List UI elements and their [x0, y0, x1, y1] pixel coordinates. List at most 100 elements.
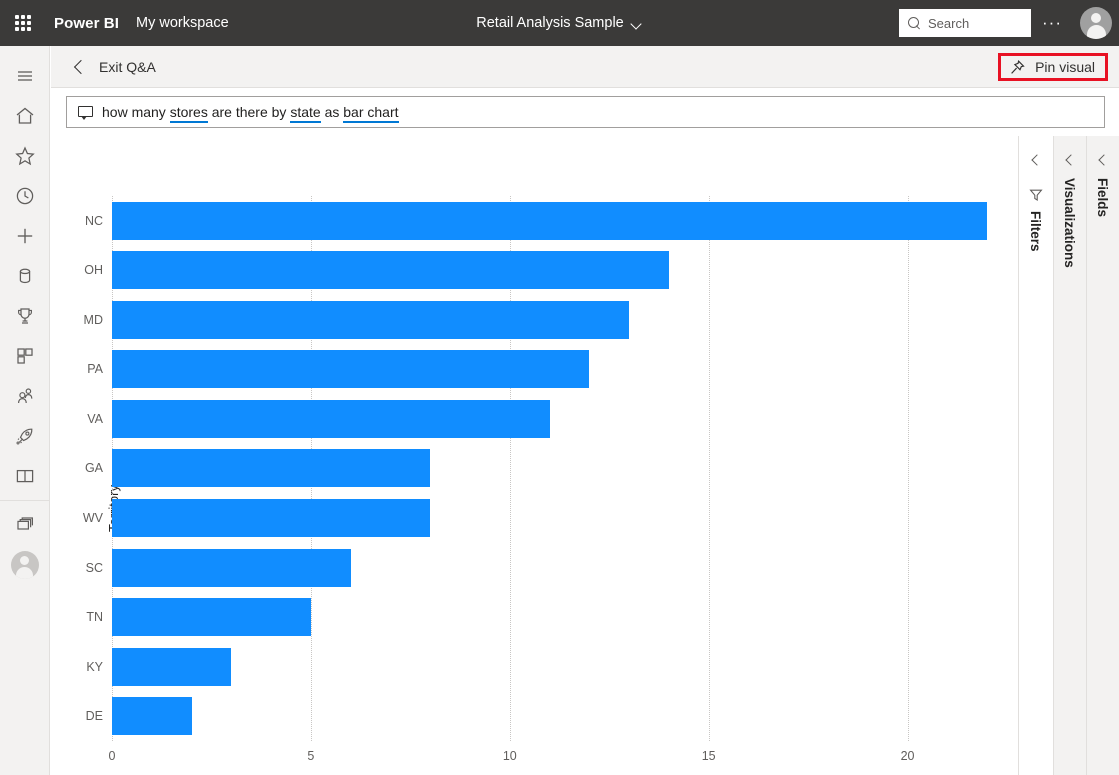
database-icon: [14, 265, 36, 287]
qna-question-input[interactable]: how many stores are there by state as ba…: [66, 96, 1105, 128]
sidebar-item-deployment-pipelines[interactable]: [0, 416, 50, 456]
sidebar-item-learn[interactable]: [0, 456, 50, 496]
more-options-button[interactable]: ···: [1031, 0, 1073, 46]
chart-category-label: NC: [85, 214, 103, 228]
waffle-menu-button[interactable]: [0, 0, 46, 46]
sidebar-item-workspaces[interactable]: [0, 505, 50, 545]
chart-category-label: GA: [85, 461, 103, 475]
chart-bar[interactable]: [112, 301, 629, 339]
chart-bar[interactable]: [112, 598, 311, 636]
filters-pane-collapsed[interactable]: Filters: [1018, 136, 1053, 775]
sidebar-item-hamburger-menu[interactable]: [0, 56, 50, 96]
chevron-down-icon: [632, 20, 643, 27]
my-workspace-avatar-icon: [11, 551, 39, 579]
visualizations-pane-collapsed[interactable]: Visualizations: [1053, 136, 1086, 775]
chart-plot-area: NCOHMDPAVAGAWVSCTNKYDE: [112, 196, 1007, 741]
chart-bar[interactable]: [112, 549, 351, 587]
exit-qna-label: Exit Q&A: [99, 59, 156, 75]
chart-bar-row[interactable]: SC: [112, 543, 1007, 593]
sidebar-item-create[interactable]: [0, 216, 50, 256]
qna-term-plain: how many: [102, 104, 170, 120]
chart-x-tick-label: 10: [503, 749, 517, 763]
clock-icon: [14, 185, 36, 207]
chart-bar-row[interactable]: OH: [112, 246, 1007, 296]
app-header: Power BI My workspace Retail Analysis Sa…: [0, 0, 1119, 46]
rocket-icon: [14, 425, 36, 447]
qna-term-highlight: stores: [170, 104, 208, 123]
chart-category-label: PA: [87, 362, 103, 376]
sidebar-item-recent[interactable]: [0, 176, 50, 216]
sidebar-item-favorites[interactable]: [0, 136, 50, 176]
account-button[interactable]: [1073, 0, 1119, 46]
account-avatar-icon: [1080, 7, 1112, 39]
filters-expand-chevron-icon[interactable]: [1031, 155, 1041, 165]
pin-visual-label: Pin visual: [1035, 59, 1095, 75]
home-icon: [14, 105, 36, 127]
report-title-dropdown[interactable]: Retail Analysis Sample: [476, 15, 643, 31]
star-icon: [14, 145, 36, 167]
fields-pane-label: Fields: [1095, 178, 1110, 217]
chart-bar-row[interactable]: DE: [112, 691, 1007, 741]
sidebar-item-home[interactable]: [0, 96, 50, 136]
qna-term-highlight: state: [290, 104, 320, 123]
filter-funnel-icon: [1029, 188, 1043, 202]
chart-bar[interactable]: [112, 400, 550, 438]
trophy-icon: [14, 305, 36, 327]
waffle-grid-icon: [15, 15, 31, 31]
search-input[interactable]: Search: [899, 9, 1031, 37]
chart-bar-row[interactable]: WV: [112, 493, 1007, 543]
chart-bar-row[interactable]: GA: [112, 444, 1007, 494]
chart-bar-row[interactable]: VA: [112, 394, 1007, 444]
sidebar-item-goals[interactable]: [0, 296, 50, 336]
visualizations-pane-label: Visualizations: [1062, 178, 1077, 268]
chart-bar-row[interactable]: TN: [112, 592, 1007, 642]
chart-bar-row[interactable]: NC: [112, 196, 1007, 246]
header-actions: Search ···: [899, 0, 1119, 46]
chart-category-label: OH: [84, 263, 103, 277]
plus-icon: [14, 225, 36, 247]
chart-bar[interactable]: [112, 697, 192, 735]
chart-bar[interactable]: [112, 251, 669, 289]
qna-toolbar: Exit Q&A Pin visual: [51, 46, 1119, 88]
chevron-left-icon: [73, 61, 85, 73]
chart-bar-row[interactable]: MD: [112, 295, 1007, 345]
chart-category-label: VA: [87, 412, 103, 426]
qna-visual-canvas[interactable]: Territory NCOHMDPAVAGAWVSCTNKYDE Count o…: [51, 136, 1018, 775]
sidebar-item-apps[interactable]: [0, 336, 50, 376]
filters-pane-label: Filters: [1028, 211, 1043, 252]
chart-bar-row[interactable]: KY: [112, 642, 1007, 692]
chart-bar[interactable]: [112, 202, 987, 240]
visualizations-expand-chevron-icon[interactable]: [1065, 155, 1075, 165]
chart-bar[interactable]: [112, 350, 589, 388]
chart-bar[interactable]: [112, 499, 430, 537]
chart-x-tick-label: 20: [901, 749, 915, 763]
fields-pane-collapsed[interactable]: Fields: [1086, 136, 1119, 775]
sidebar-item-my-workspace[interactable]: [0, 545, 50, 585]
book-icon: [14, 465, 36, 487]
chart-x-tick-label: 5: [307, 749, 314, 763]
chart-bar[interactable]: [112, 449, 430, 487]
exit-qna-button[interactable]: Exit Q&A: [73, 59, 156, 75]
search-placeholder: Search: [928, 16, 969, 31]
power-bi-qna-page: Power BI My workspace Retail Analysis Sa…: [0, 0, 1119, 775]
chart-category-label: TN: [86, 610, 103, 624]
chart-category-label: MD: [84, 313, 103, 327]
chart-bar-row[interactable]: PA: [112, 345, 1007, 395]
chart-x-tick-label: 15: [702, 749, 716, 763]
fields-expand-chevron-icon[interactable]: [1098, 155, 1108, 165]
qna-question-text: how many stores are there by state as ba…: [102, 104, 399, 120]
chart-category-label: SC: [86, 561, 103, 575]
workspace-breadcrumb[interactable]: My workspace: [136, 15, 229, 31]
sidebar-item-datahub[interactable]: [0, 256, 50, 296]
sidebar-item-shared-with-me[interactable]: [0, 376, 50, 416]
chart-category-label: DE: [86, 709, 103, 723]
pin-visual-button[interactable]: Pin visual: [998, 53, 1108, 81]
chart-bar[interactable]: [112, 648, 231, 686]
workspaces-stack-icon: [14, 514, 36, 536]
report-title-label: Retail Analysis Sample: [476, 15, 624, 31]
apps-grid-icon: [14, 345, 36, 367]
pin-icon: [1009, 59, 1026, 76]
nav-divider: [0, 500, 50, 501]
brand-title[interactable]: Power BI: [54, 15, 119, 32]
qna-term-highlight: bar chart: [343, 104, 398, 123]
